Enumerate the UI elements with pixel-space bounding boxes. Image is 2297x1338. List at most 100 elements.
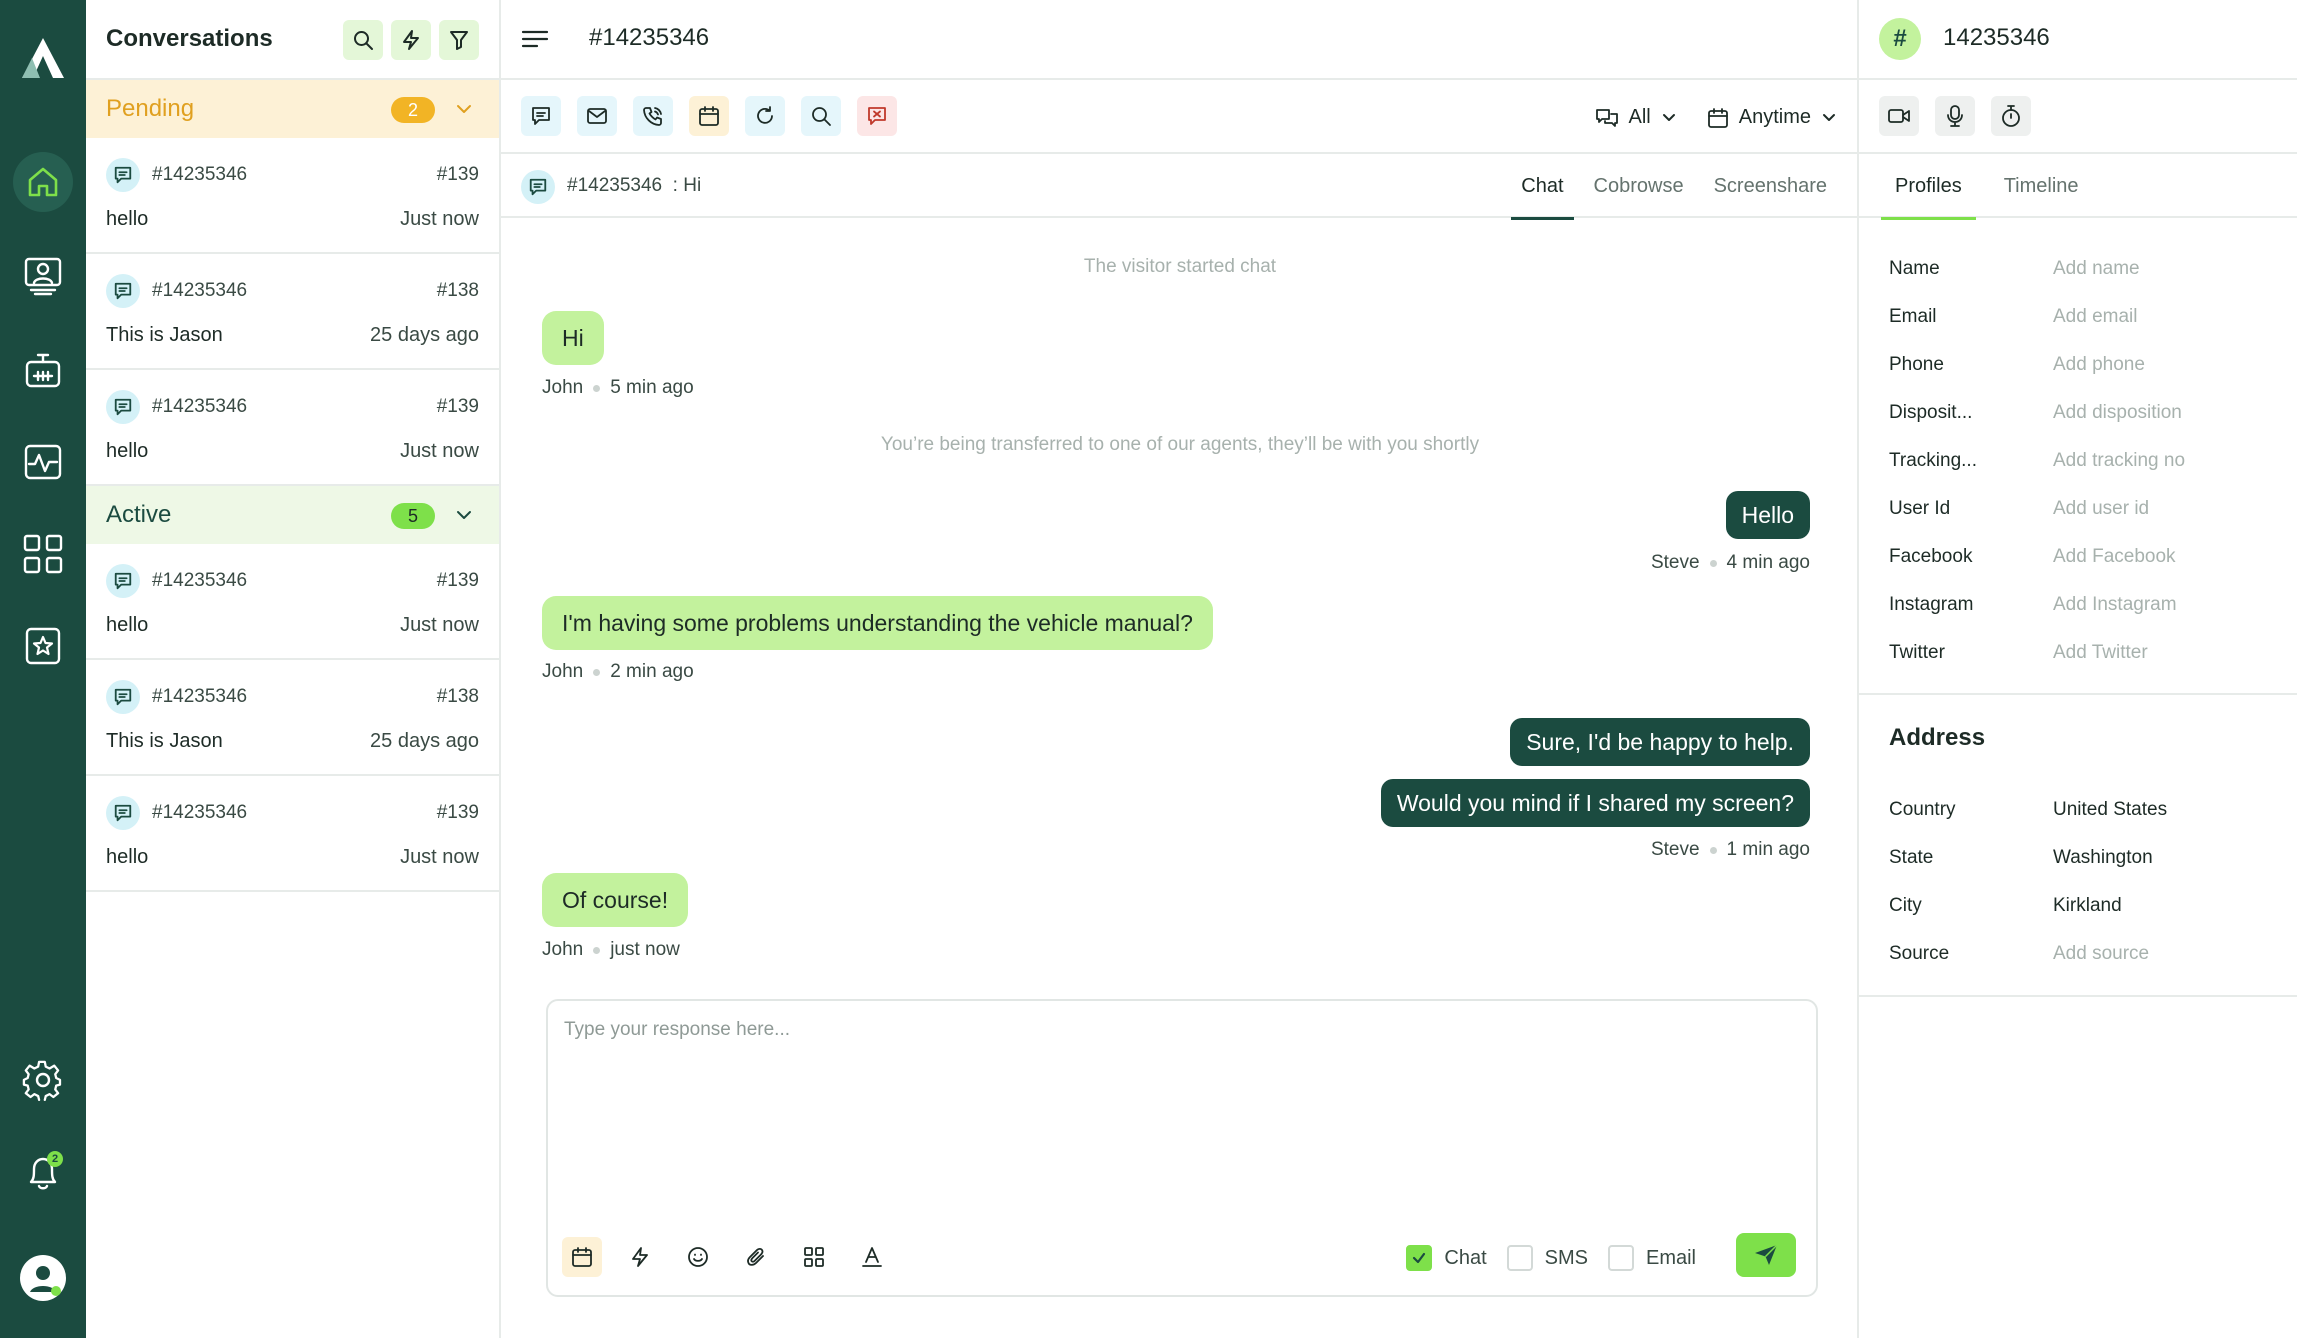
nav-settings-button[interactable] [13,1050,73,1110]
field-value[interactable]: Add source [2053,943,2149,965]
field-value[interactable]: Add disposition [2053,402,2182,424]
chevron-down-icon [457,511,471,519]
channel-checkbox-chat[interactable]: Chat [1406,1245,1487,1271]
chat-title: #14235346 [589,24,710,51]
emoji-icon [688,1247,708,1267]
outgoing-message-bubble: Would you mind if I shared my screen? [1380,779,1810,827]
nav-rail: 2 [0,0,86,1338]
contact-header: # 14235346 [1859,0,2297,80]
send-button[interactable] [1736,1233,1796,1277]
tab-screenshare[interactable]: Screenshare [1704,154,1837,218]
field-label: Country [1889,799,1956,820]
chevron-down-icon [457,105,471,113]
call-button[interactable] [633,96,673,136]
field-value[interactable]: United States [2053,799,2167,821]
channel-label: Email [1645,1246,1696,1269]
agent-monitor-icon [24,257,62,296]
field-value[interactable]: Add phone [2053,354,2145,376]
menu-icon[interactable] [521,28,549,50]
video-call-button[interactable] [1879,96,1919,136]
conversation-id: #14235346 [152,686,248,707]
active-group-label: Active [106,501,172,528]
field-label: Disposit... [1889,402,1973,423]
text-format-button[interactable] [852,1237,892,1277]
nav-home-button[interactable] [13,152,73,212]
timer-button[interactable] [1991,96,2031,136]
conversation-number: #138 [436,280,479,301]
field-value[interactable]: Add email [2053,306,2138,328]
filter-conversations-button[interactable] [439,20,479,60]
field-value[interactable]: Add user id [2053,498,2149,520]
conversation-id: #14235346 [152,164,248,185]
profile-field: User Id Add user id [1889,498,2289,528]
conversation-time: Just now [400,846,479,868]
nav-notifications-button[interactable]: 2 [13,1142,73,1202]
chat-subheader: #14235346 : Hi Chat Cobrowse Screenshare [501,154,1857,220]
incoming-message-bubble: I'm having some problems understanding t… [542,596,1213,650]
canned-response-button[interactable] [620,1237,660,1277]
conversation-item[interactable]: #14235346 #138 This is Jason 25 days ago [86,660,499,776]
user-avatar-button[interactable] [13,1248,73,1308]
checkbox[interactable] [1506,1245,1533,1271]
channel-checkbox-email[interactable]: Email [1607,1245,1696,1271]
time-filter-value: Anytime [1738,106,1811,128]
analytics-icon [24,444,62,480]
chat-toolbar: All Anytime [501,80,1857,154]
nav-bot-button[interactable] [13,340,73,400]
conversation-item[interactable]: #14235346 #139 hello Just now [86,776,499,892]
field-label: Instagram [1889,594,1974,615]
chat-icon [106,680,140,714]
outgoing-message-bubble: Hello [1725,491,1810,539]
profile-field: Name Add name [1889,258,2289,288]
pending-group-label: Pending [106,95,195,122]
channel-checkbox-sms[interactable]: SMS [1506,1245,1588,1271]
tab-chat[interactable]: Chat [1511,154,1574,220]
checkbox[interactable] [1406,1245,1433,1271]
channel-filter-dropdown[interactable]: All [1595,106,1677,129]
attach-button[interactable] [736,1237,776,1277]
audio-call-button[interactable] [1935,96,1975,136]
search-chat-button[interactable] [801,96,841,136]
field-label: State [1889,847,1934,868]
tab-timeline[interactable]: Timeline [1990,154,2093,218]
schedule-message-button[interactable] [562,1237,602,1277]
apps-button[interactable] [794,1237,834,1277]
schedule-button[interactable] [689,96,729,136]
chat-channel-button[interactable] [521,96,561,136]
email-channel-button[interactable] [577,96,617,136]
nav-favorites-button[interactable] [13,616,73,676]
end-chat-button[interactable] [857,96,897,136]
checkbox[interactable] [1607,1245,1634,1271]
nav-analytics-button[interactable] [13,432,73,492]
field-value[interactable]: Add name [2053,258,2140,280]
chat-session-preview: : Hi [672,175,702,196]
field-value[interactable]: Add tracking no [2053,450,2185,472]
tab-cobrowse[interactable]: Cobrowse [1584,154,1694,218]
pending-group-header[interactable]: Pending 2 [86,80,499,138]
message-composer[interactable]: Type your response here... Chat SMS Email [546,999,1818,1297]
field-value[interactable]: Add Instagram [2053,594,2177,616]
field-label: Name [1889,258,1940,279]
refresh-button[interactable] [745,96,785,136]
calendar-icon [1707,107,1728,128]
field-value[interactable]: Washington [2053,847,2153,869]
field-value[interactable]: Add Twitter [2053,642,2148,664]
field-value[interactable]: Add Facebook [2053,546,2176,568]
active-group-header[interactable]: Active 5 [86,486,499,544]
field-value[interactable]: Kirkland [2053,895,2122,917]
quick-actions-button[interactable] [391,20,431,60]
details-tabs: Profiles Timeline [1859,154,2297,220]
nav-agent-monitor-button[interactable] [13,246,73,306]
nav-apps-button[interactable] [13,524,73,584]
conversation-item[interactable]: #14235346 #139 hello Just now [86,544,499,660]
tab-profiles[interactable]: Profiles [1881,154,1976,220]
conversation-item[interactable]: #14235346 #139 hello Just now [86,370,499,486]
conversation-item[interactable]: #14235346 #139 hello Just now [86,138,499,254]
conversation-id: #14235346 [152,280,248,301]
conversation-item[interactable]: #14235346 #138 This is Jason 25 days ago [86,254,499,370]
conversation-time: 25 days ago [370,324,479,346]
search-conversations-button[interactable] [343,20,383,60]
emoji-button[interactable] [678,1237,718,1277]
time-filter-dropdown[interactable]: Anytime [1707,106,1837,129]
message-time: 2 min ago [610,661,694,682]
